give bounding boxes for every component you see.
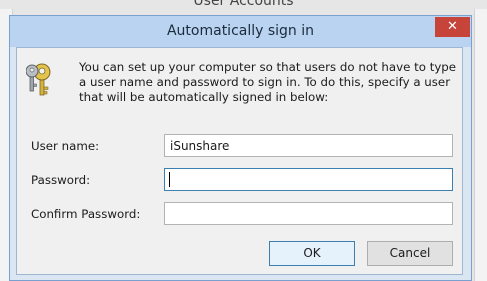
user-name-label: User name:	[31, 139, 100, 153]
background-window-title: User Accounts	[193, 0, 294, 9]
dialog-description: You can set up your computer so that use…	[79, 60, 457, 104]
dialog-title: Automatically sign in	[166, 23, 315, 39]
confirm-password-label: Confirm Password:	[31, 207, 141, 221]
cancel-button[interactable]: Cancel	[367, 241, 453, 266]
auto-sign-in-dialog: Automatically sign in ✕ You can set up y…	[9, 15, 472, 281]
close-icon: ✕	[447, 19, 458, 34]
confirm-password-input[interactable]	[164, 202, 453, 225]
text-caret	[169, 172, 170, 187]
keys-icon	[26, 63, 51, 96]
background-window-right-panel	[474, 9, 487, 281]
dialog-content: You can set up your computer so that use…	[16, 47, 463, 275]
password-label: Password:	[31, 173, 91, 187]
ok-button[interactable]: OK	[269, 241, 355, 266]
password-input[interactable]	[164, 168, 453, 191]
user-name-input[interactable]	[164, 134, 453, 157]
close-button[interactable]: ✕	[435, 17, 470, 37]
